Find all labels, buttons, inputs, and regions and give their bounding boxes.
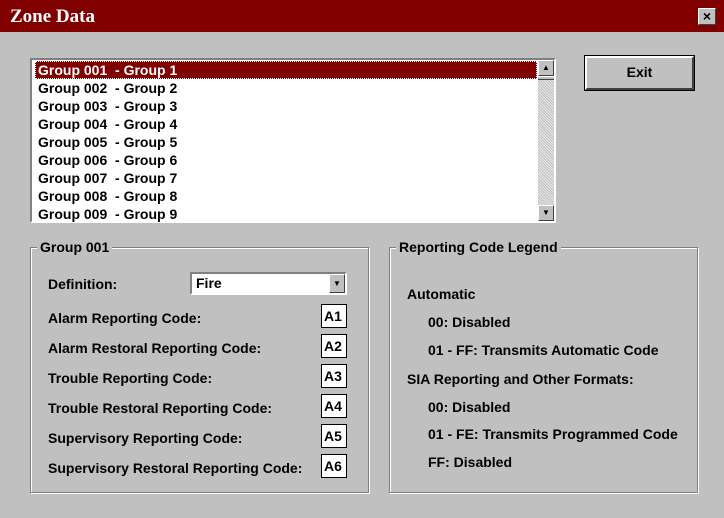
group-settings-box: Group 001 Definition: Fire ▼ Alarm Repor… — [30, 238, 369, 493]
definition-value: Fire — [196, 275, 222, 291]
scroll-up-arrow-icon[interactable]: ▲ — [538, 60, 554, 76]
list-item[interactable]: Group 005 - Group 5 — [35, 133, 537, 151]
legend-line: 01 - FE: Transmits Programmed Code — [428, 426, 678, 442]
close-icon: × — [702, 8, 712, 24]
scroll-down-arrow-icon[interactable]: ▼ — [538, 205, 554, 221]
list-item[interactable]: Group 001 - Group 1 — [35, 61, 537, 79]
trouble-restoral-reporting-code-field[interactable]: A4 — [321, 394, 347, 418]
exit-button[interactable]: Exit — [584, 55, 695, 91]
supervisory-reporting-code-label: Supervisory Reporting Code: — [48, 430, 243, 446]
supervisory-reporting-code-field[interactable]: A5 — [321, 424, 347, 448]
dialog-client-area: Group 001 - Group 1 Group 002 - Group 2 … — [0, 32, 724, 518]
definition-dropdown[interactable]: Fire ▼ — [190, 272, 347, 295]
list-item[interactable]: Group 006 - Group 6 — [35, 151, 537, 169]
title-bar: Zone Data × — [0, 0, 724, 32]
window-title: Zone Data — [10, 6, 95, 27]
trouble-restoral-reporting-code-label: Trouble Restoral Reporting Code: — [48, 400, 273, 416]
vertical-scrollbar[interactable]: ▲ ▼ — [538, 60, 554, 221]
sia-heading: SIA Reporting and Other Formats: — [407, 371, 634, 387]
close-button[interactable]: × — [698, 8, 716, 25]
alarm-restoral-reporting-code-field[interactable]: A2 — [321, 334, 347, 358]
alarm-reporting-code-field[interactable]: A1 — [321, 304, 347, 328]
supervisory-restoral-reporting-code-field[interactable]: A6 — [321, 454, 347, 478]
trouble-reporting-code-label: Trouble Reporting Code: — [48, 370, 213, 386]
legend-line: 00: Disabled — [428, 399, 511, 415]
legend-line: FF: Disabled — [428, 454, 513, 470]
group-title: Group 001 — [37, 238, 113, 256]
group-listbox[interactable]: Group 001 - Group 1 Group 002 - Group 2 … — [30, 58, 556, 223]
supervisory-restoral-reporting-code-label: Supervisory Restoral Reporting Code: — [48, 460, 303, 476]
list-item[interactable]: Group 002 - Group 2 — [35, 79, 537, 97]
exit-button-label: Exit — [626, 64, 653, 80]
scrollbar-thumb[interactable] — [538, 76, 554, 80]
trouble-reporting-code-field[interactable]: A3 — [321, 364, 347, 388]
automatic-heading: Automatic — [407, 286, 476, 302]
legend-title: Reporting Code Legend — [396, 238, 561, 256]
list-item[interactable]: Group 009 - Group 9 — [35, 205, 537, 223]
alarm-restoral-reporting-code-label: Alarm Restoral Reporting Code: — [48, 340, 262, 356]
reporting-code-legend-box: Reporting Code Legend Automatic 00: Disa… — [389, 238, 698, 493]
list-item[interactable]: Group 003 - Group 3 — [35, 97, 537, 115]
alarm-reporting-code-label: Alarm Reporting Code: — [48, 310, 202, 326]
list-item[interactable]: Group 004 - Group 4 — [35, 115, 537, 133]
chevron-down-icon[interactable]: ▼ — [329, 274, 345, 293]
legend-line: 01 - FF: Transmits Automatic Code — [428, 342, 659, 358]
list-item[interactable]: Group 007 - Group 7 — [35, 169, 537, 187]
listbox-items: Group 001 - Group 1 Group 002 - Group 2 … — [35, 61, 537, 223]
definition-label: Definition: — [48, 276, 118, 292]
legend-line: 00: Disabled — [428, 314, 511, 330]
list-item[interactable]: Group 008 - Group 8 — [35, 187, 537, 205]
